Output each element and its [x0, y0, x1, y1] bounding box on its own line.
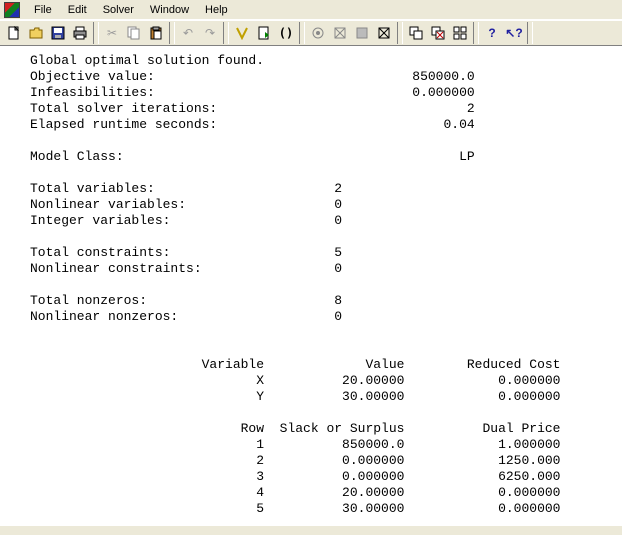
menu-solver[interactable]: Solver [95, 2, 142, 18]
help-button[interactable]: ? [481, 22, 503, 44]
close-all-button[interactable] [427, 22, 449, 44]
new-icon [7, 26, 21, 40]
tile-button[interactable] [449, 22, 471, 44]
toolbar: ✂ ↶ ↷ () ? ↖? [0, 20, 622, 46]
send-to-back-button[interactable] [405, 22, 427, 44]
undo-button[interactable]: ↶ [177, 22, 199, 44]
send-to-back-icon [409, 26, 423, 40]
solution-button[interactable] [329, 22, 351, 44]
find-icon [235, 26, 249, 40]
options-icon [377, 26, 391, 40]
help-icon: ? [488, 26, 495, 40]
goto-icon [257, 26, 271, 40]
match-paren-button[interactable]: () [275, 22, 297, 44]
save-button[interactable] [47, 22, 69, 44]
solve-button[interactable] [307, 22, 329, 44]
toolbar-separator [93, 22, 99, 44]
close-all-icon [431, 26, 445, 40]
new-button[interactable] [3, 22, 25, 44]
paste-button[interactable] [145, 22, 167, 44]
menu-help[interactable]: Help [197, 2, 236, 18]
print-icon [73, 26, 87, 40]
match-paren-icon: () [279, 26, 293, 40]
open-button[interactable] [25, 22, 47, 44]
toolbar-separator [397, 22, 403, 44]
print-button[interactable] [69, 22, 91, 44]
app-icon [4, 2, 20, 18]
redo-button[interactable]: ↷ [199, 22, 221, 44]
find-button[interactable] [231, 22, 253, 44]
solve-icon [311, 26, 325, 40]
matrix-picture-button[interactable] [351, 22, 373, 44]
copy-button[interactable] [123, 22, 145, 44]
toolbar-separator [169, 22, 175, 44]
paste-icon [149, 26, 163, 40]
copy-icon [127, 26, 141, 40]
menu-edit[interactable]: Edit [60, 2, 95, 18]
matrix-picture-icon [355, 26, 369, 40]
cut-button[interactable]: ✂ [101, 22, 123, 44]
menubar: File Edit Solver Window Help [0, 0, 622, 20]
toolbar-separator [299, 22, 305, 44]
cut-icon: ✂ [107, 26, 117, 40]
open-icon [29, 26, 43, 40]
menu-window[interactable]: Window [142, 2, 197, 18]
goto-line-button[interactable] [253, 22, 275, 44]
save-icon [51, 26, 65, 40]
toolbar-separator [223, 22, 229, 44]
options-button[interactable] [373, 22, 395, 44]
toolbar-separator [527, 22, 533, 44]
menu-file[interactable]: File [26, 2, 60, 18]
redo-icon: ↷ [205, 26, 215, 40]
context-help-icon: ↖? [505, 26, 522, 40]
undo-icon: ↶ [183, 26, 193, 40]
tile-icon [453, 26, 467, 40]
context-help-button[interactable]: ↖? [503, 22, 525, 44]
toolbar-separator [473, 22, 479, 44]
solution-icon [333, 26, 347, 40]
solution-report: Global optimal solution found. Objective… [0, 46, 622, 526]
